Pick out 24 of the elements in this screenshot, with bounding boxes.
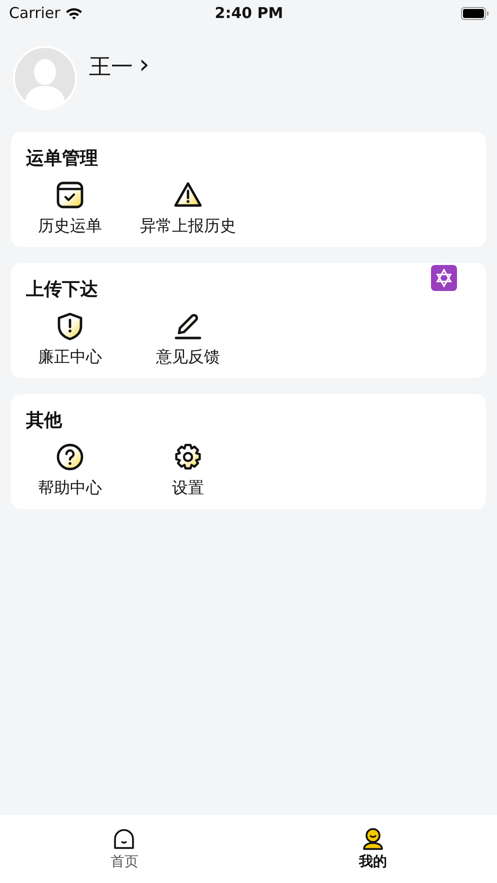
section-title: 其他 — [26, 409, 62, 432]
pen-icon — [173, 311, 203, 341]
nav-tab[interactable]: 我的 — [248, 815, 497, 883]
chevron-icon: › — [139, 50, 150, 80]
menu-item[interactable]: 历史运单 — [11, 180, 129, 237]
section-title: 上传下达 — [26, 278, 98, 301]
profile-name-link[interactable]: 王一 — [89, 52, 133, 82]
menu-item[interactable]: 异常上报历史 — [129, 180, 247, 237]
person-icon — [360, 827, 385, 851]
shield-icon — [55, 311, 85, 341]
battery-icon — [460, 6, 489, 20]
menu-item[interactable]: 廉正中心 — [11, 311, 129, 368]
help-icon — [55, 442, 85, 472]
home-icon — [112, 827, 136, 851]
calendar-icon — [55, 180, 85, 210]
menu-item[interactable]: 意见反馈 — [129, 311, 247, 368]
carrier-label: Carrier — [9, 4, 60, 22]
section-title: 运单管理 — [26, 147, 98, 170]
menu-item[interactable]: 帮助中心 — [11, 442, 129, 499]
wifi-icon — [65, 6, 84, 20]
settings-icon — [173, 442, 203, 472]
menu-item[interactable]: 设置 — [129, 442, 247, 499]
nav-tab[interactable]: 首页 — [0, 815, 248, 883]
clock-time: 2:40 PM — [214, 4, 284, 22]
